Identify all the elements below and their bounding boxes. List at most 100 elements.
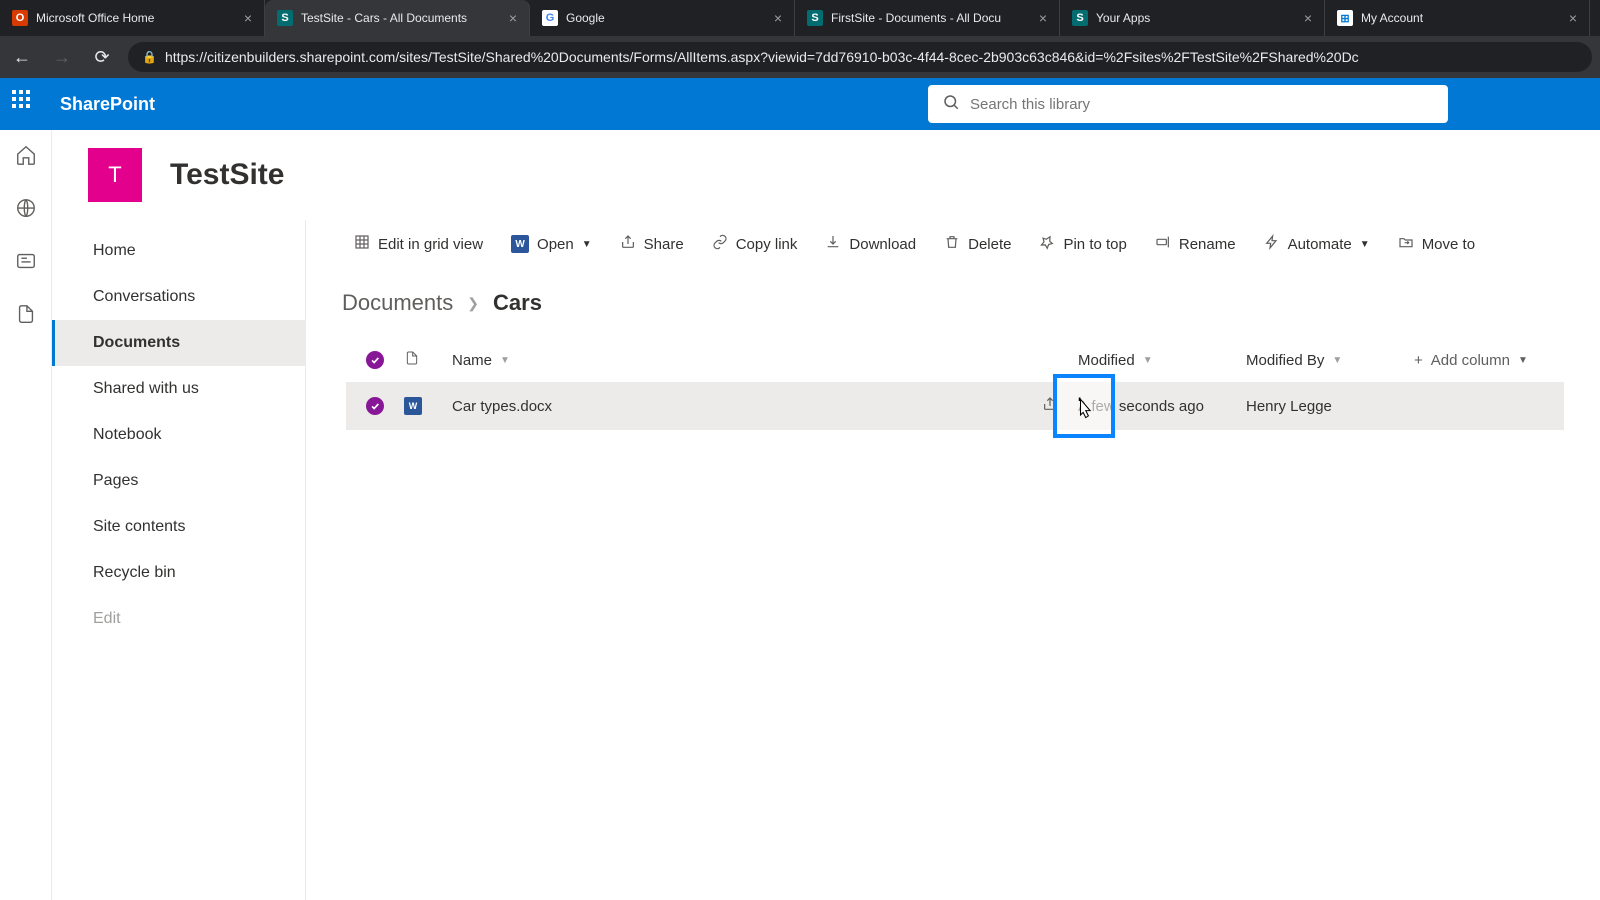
search-box[interactable] <box>928 85 1448 123</box>
browser-chrome: O Microsoft Office Home × S TestSite - Cars … <box>0 0 1600 78</box>
close-icon[interactable]: × <box>1304 10 1312 26</box>
table-header-row: Name ▼ Modified ▼ Modified By ▼ + <box>346 338 1564 382</box>
select-all-header[interactable] <box>346 351 404 369</box>
close-icon[interactable]: × <box>1039 10 1047 26</box>
modified-by-cell[interactable]: Henry Legge <box>1246 398 1414 415</box>
name-header[interactable]: Name ▼ <box>452 352 1078 369</box>
document-list: Name ▼ Modified ▼ Modified By ▼ + <box>306 338 1600 430</box>
modified-header[interactable]: Modified ▼ <box>1078 352 1246 369</box>
close-icon[interactable]: × <box>244 10 252 26</box>
tutorial-highlight-box <box>1053 374 1115 438</box>
browser-tab[interactable]: S TestSite - Cars - All Documents × <box>265 0 530 36</box>
tab-title: My Account <box>1361 11 1561 25</box>
browser-reload-button[interactable]: ⟳ <box>88 47 116 68</box>
open-button[interactable]: W Open ▼ <box>499 224 604 264</box>
content-pane: T TestSite HomeConversationsDocumentsSha… <box>52 130 1600 900</box>
browser-tab[interactable]: O Microsoft Office Home × <box>0 0 265 36</box>
chevron-down-icon: ▼ <box>1143 355 1153 366</box>
nav-item-recycle-bin[interactable]: Recycle bin <box>52 550 305 596</box>
tab-favicon: ⊞ <box>1337 10 1353 26</box>
global-nav-bar <box>0 130 52 900</box>
breadcrumb-current: Cars <box>493 290 542 316</box>
home-icon[interactable] <box>15 144 37 171</box>
main-area: T TestSite HomeConversationsDocumentsSha… <box>0 130 1600 900</box>
share-button[interactable]: Share <box>608 224 696 264</box>
site-logo[interactable]: T <box>88 148 142 202</box>
close-icon[interactable]: × <box>509 10 517 26</box>
close-icon[interactable]: × <box>774 10 782 26</box>
type-header[interactable] <box>404 349 452 371</box>
add-column-button[interactable]: + Add column ▼ <box>1414 352 1564 369</box>
automate-button[interactable]: Automate ▼ <box>1252 224 1382 264</box>
nav-item-conversations[interactable]: Conversations <box>52 274 305 320</box>
nav-item-home[interactable]: Home <box>52 228 305 274</box>
suite-header: SharePoint <box>0 78 1600 130</box>
files-icon[interactable] <box>15 303 37 330</box>
tab-favicon: S <box>807 10 823 26</box>
browser-forward-button[interactable]: → <box>48 47 76 68</box>
browser-address-bar: ← → ⟳ 🔒 https://citizenbuilders.sharepoi… <box>0 36 1600 78</box>
row-selector[interactable] <box>346 397 404 415</box>
browser-tab[interactable]: S Your Apps × <box>1060 0 1325 36</box>
browser-tab[interactable]: ⊞ My Account × <box>1325 0 1590 36</box>
search-input[interactable] <box>970 96 1434 113</box>
edit-grid-view-button[interactable]: Edit in grid view <box>342 224 495 264</box>
tab-title: Google <box>566 11 766 25</box>
tab-title: TestSite - Cars - All Documents <box>301 11 501 25</box>
file-name-cell[interactable]: Car types.docx <box>452 396 1078 416</box>
word-icon: W <box>511 235 529 253</box>
globe-icon[interactable] <box>15 197 37 224</box>
nav-item-notebook[interactable]: Notebook <box>52 412 305 458</box>
browser-tab[interactable]: GGoogle× <box>530 0 795 36</box>
table-row[interactable]: W Car types.docx A few seconds ago Henry… <box>346 382 1564 430</box>
nav-item-site-contents[interactable]: Site contents <box>52 504 305 550</box>
tab-title: Microsoft Office Home <box>36 11 236 25</box>
pin-button[interactable]: Pin to top <box>1027 224 1138 264</box>
tab-favicon: S <box>1072 10 1088 26</box>
nav-item-edit[interactable]: Edit <box>52 596 305 642</box>
app-name-label[interactable]: SharePoint <box>60 94 155 115</box>
nav-item-pages[interactable]: Pages <box>52 458 305 504</box>
chevron-down-icon: ▼ <box>1518 355 1528 366</box>
site-header: T TestSite <box>52 130 1600 220</box>
download-icon <box>825 234 841 254</box>
delete-button[interactable]: Delete <box>932 224 1023 264</box>
word-file-icon: W <box>404 397 422 415</box>
pin-icon <box>1039 234 1055 254</box>
browser-back-button[interactable]: ← <box>8 47 36 68</box>
move-to-button[interactable]: Move to <box>1386 224 1487 264</box>
share-icon <box>620 234 636 254</box>
plus-icon: + <box>1414 352 1423 369</box>
chevron-down-icon: ▼ <box>500 355 510 366</box>
site-body: HomeConversationsDocumentsShared with us… <box>52 220 1600 900</box>
rename-button[interactable]: Rename <box>1143 224 1248 264</box>
delete-icon <box>944 234 960 254</box>
checkmark-icon <box>366 351 384 369</box>
close-icon[interactable]: × <box>1569 10 1577 26</box>
copy-link-button[interactable]: Copy link <box>700 224 810 264</box>
app-launcher-button[interactable] <box>12 90 40 118</box>
chevron-down-icon: ▼ <box>1360 239 1370 250</box>
news-icon[interactable] <box>15 250 37 277</box>
browser-url-box[interactable]: 🔒 https://citizenbuilders.sharepoint.com… <box>128 42 1592 72</box>
tab-favicon: S <box>277 10 293 26</box>
download-button[interactable]: Download <box>813 224 928 264</box>
chevron-down-icon: ▼ <box>582 239 592 250</box>
modified-by-header[interactable]: Modified By ▼ <box>1246 352 1414 369</box>
browser-tab[interactable]: SFirstSite - Documents - All Docu× <box>795 0 1060 36</box>
nav-item-shared-with-us[interactable]: Shared with us <box>52 366 305 412</box>
tab-title: Your Apps <box>1096 11 1296 25</box>
breadcrumb-root[interactable]: Documents <box>342 290 453 316</box>
browser-url-text: https://citizenbuilders.sharepoint.com/s… <box>165 49 1359 65</box>
command-bar: Edit in grid view W Open ▼ Share Copy li… <box>306 220 1600 268</box>
lock-icon: 🔒 <box>142 50 157 64</box>
search-icon <box>942 93 960 116</box>
tab-favicon: O <box>12 10 28 26</box>
main-content: Edit in grid view W Open ▼ Share Copy li… <box>306 220 1600 900</box>
chevron-down-icon: ▼ <box>1332 355 1342 366</box>
move-icon <box>1398 234 1414 254</box>
nav-item-documents[interactable]: Documents <box>52 320 305 366</box>
grid-icon <box>354 234 370 254</box>
browser-tabs-bar: O Microsoft Office Home × S TestSite - Cars … <box>0 0 1600 36</box>
site-title[interactable]: TestSite <box>170 158 284 192</box>
